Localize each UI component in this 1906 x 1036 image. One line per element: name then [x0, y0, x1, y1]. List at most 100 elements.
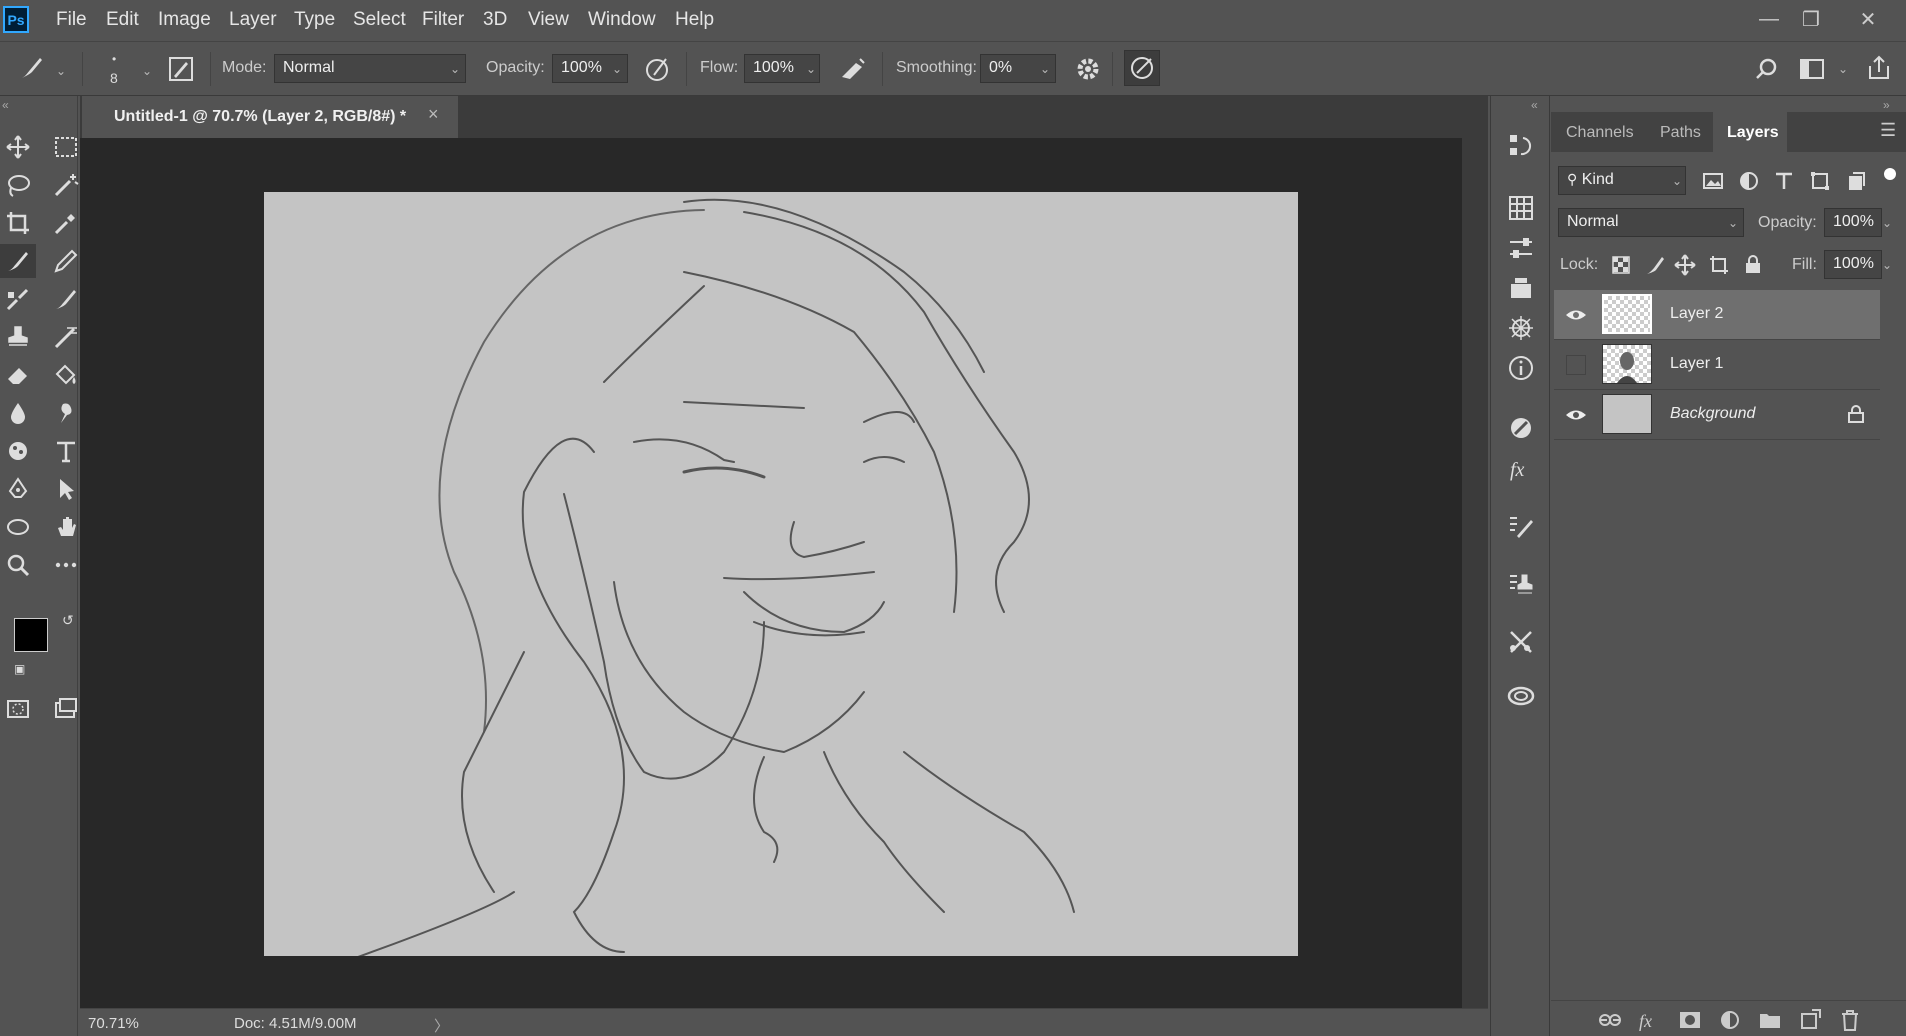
- trash-icon[interactable]: [1837, 1007, 1863, 1033]
- type-icon[interactable]: [48, 434, 84, 468]
- clone-source-icon[interactable]: [1505, 568, 1537, 600]
- lasso-icon[interactable]: [0, 168, 36, 202]
- pen-icon[interactable]: [0, 472, 36, 506]
- marquee-icon[interactable]: [48, 130, 84, 164]
- art-brush-icon[interactable]: [48, 320, 84, 354]
- tab-layers[interactable]: Layers: [1727, 124, 1779, 142]
- swap-colors-icon[interactable]: ↺: [62, 612, 74, 629]
- adjustments-icon[interactable]: [1505, 232, 1537, 264]
- layer-row-layer-1[interactable]: Layer 1: [1554, 340, 1880, 390]
- fx-icon[interactable]: fx: [1505, 452, 1537, 484]
- menu-select[interactable]: Select: [353, 9, 406, 31]
- fill-input[interactable]: 100%: [1824, 250, 1882, 279]
- brush-preset-icon[interactable]: [18, 54, 46, 82]
- layer-name[interactable]: Layer 1: [1670, 355, 1723, 373]
- chevron-down-icon[interactable]: ⌄: [1838, 62, 1848, 76]
- menu-layer[interactable]: Layer: [229, 9, 277, 31]
- new-adjustment-icon[interactable]: [1717, 1007, 1743, 1033]
- quick-mask-icon[interactable]: [0, 692, 36, 726]
- swatches-icon[interactable]: [1505, 192, 1537, 224]
- path-select-icon[interactable]: [48, 472, 84, 506]
- filter-toggle-icon[interactable]: [1882, 166, 1898, 182]
- add-mask-icon[interactable]: [1677, 1007, 1703, 1033]
- expand-icon[interactable]: »: [1883, 98, 1890, 112]
- new-group-icon[interactable]: [1757, 1007, 1783, 1033]
- restore-icon[interactable]: ❐: [1791, 4, 1831, 34]
- lock-pixels-icon[interactable]: [1644, 254, 1666, 276]
- menu-type[interactable]: Type: [294, 9, 335, 31]
- panel-menu-icon[interactable]: ☰: [1880, 120, 1896, 141]
- navigator-icon[interactable]: [1505, 412, 1537, 444]
- menu-edit[interactable]: Edit: [106, 9, 139, 31]
- healing-brush-icon[interactable]: [0, 282, 36, 316]
- stamp-icon[interactable]: [0, 320, 36, 354]
- close-window-icon[interactable]: ✕: [1848, 4, 1888, 34]
- styles-icon[interactable]: [1505, 312, 1537, 344]
- adjustment-filter-icon[interactable]: [1738, 170, 1760, 192]
- blend-mode-select[interactable]: Normal: [1558, 208, 1744, 237]
- status-menu-arrow[interactable]: 〉: [434, 1015, 449, 1036]
- brush-settings-panel-icon[interactable]: [1505, 510, 1537, 542]
- smudge-icon[interactable]: [48, 396, 84, 430]
- default-colors-icon[interactable]: ▣: [14, 662, 25, 676]
- paint-bucket-icon[interactable]: [48, 358, 84, 392]
- foreground-color-swatch[interactable]: [14, 618, 48, 652]
- collapse-icon[interactable]: «: [2, 98, 9, 112]
- filter-kind-select[interactable]: ⚲ Kind: [1558, 166, 1686, 195]
- visibility-toggle-empty[interactable]: [1566, 355, 1586, 375]
- brush-size[interactable]: 8: [110, 70, 118, 86]
- tab-channels[interactable]: Channels: [1566, 124, 1634, 142]
- eyedropper-icon[interactable]: [48, 206, 84, 240]
- link-layers-icon[interactable]: [1597, 1007, 1623, 1033]
- symmetry-button[interactable]: [1124, 50, 1160, 86]
- crop-icon[interactable]: [0, 206, 36, 240]
- vertical-scrollbar[interactable]: [1462, 138, 1488, 1010]
- pencil-icon[interactable]: [48, 244, 84, 278]
- layer-row-layer-2[interactable]: Layer 2: [1554, 290, 1880, 340]
- move-icon[interactable]: [0, 130, 36, 164]
- creative-cloud-icon[interactable]: [1505, 680, 1537, 712]
- screen-mode-icon[interactable]: [48, 692, 84, 726]
- chevron-down-icon[interactable]: ⌄: [806, 62, 816, 76]
- shape-filter-icon[interactable]: [1809, 170, 1831, 192]
- menu-window[interactable]: Window: [588, 9, 656, 31]
- menu-view[interactable]: View: [528, 9, 569, 31]
- lock-artboard-icon[interactable]: [1708, 254, 1730, 276]
- eraser-icon[interactable]: [0, 358, 36, 392]
- chevron-down-icon[interactable]: ⌄: [142, 64, 152, 78]
- minimize-icon[interactable]: —: [1749, 4, 1789, 34]
- tab-paths[interactable]: Paths: [1660, 124, 1701, 142]
- hand-icon[interactable]: [48, 510, 84, 544]
- menu-filter[interactable]: Filter: [422, 9, 464, 31]
- panel-opacity-input[interactable]: 100%: [1824, 208, 1882, 237]
- search-icon[interactable]: [1754, 56, 1780, 82]
- pressure-opacity-icon[interactable]: [644, 55, 672, 83]
- lock-all-icon[interactable]: [1742, 253, 1764, 275]
- ellipse-icon[interactable]: [0, 510, 36, 544]
- more-tools-icon[interactable]: [48, 548, 84, 582]
- close-tab-icon[interactable]: ×: [428, 104, 439, 125]
- smart-object-filter-icon[interactable]: [1845, 170, 1867, 192]
- mode-select[interactable]: Normal: [274, 54, 466, 83]
- lock-position-icon[interactable]: [1673, 253, 1697, 277]
- blur-icon[interactable]: [0, 396, 36, 430]
- chevron-down-icon[interactable]: ⌄: [1882, 258, 1892, 272]
- menu-help[interactable]: Help: [675, 9, 714, 31]
- magic-wand-icon[interactable]: [48, 168, 84, 202]
- fx-icon[interactable]: fx: [1637, 1007, 1663, 1033]
- chevron-down-icon[interactable]: ⌄: [1882, 216, 1892, 230]
- menu-3d[interactable]: 3D: [483, 9, 507, 31]
- chevron-down-icon[interactable]: ⌄: [56, 64, 66, 78]
- workspace-icon[interactable]: [1798, 56, 1826, 82]
- zoom-level[interactable]: 70.71%: [88, 1015, 139, 1032]
- gear-icon[interactable]: [1074, 55, 1102, 83]
- brush-settings-icon[interactable]: [168, 56, 194, 82]
- history-brush-icon[interactable]: [48, 282, 84, 316]
- airbrush-icon[interactable]: [838, 55, 868, 83]
- new-layer-icon[interactable]: [1797, 1007, 1823, 1033]
- tool-presets-icon[interactable]: [1505, 626, 1537, 658]
- pixel-filter-icon[interactable]: [1702, 170, 1724, 192]
- menu-image[interactable]: Image: [158, 9, 211, 31]
- collapse-icon[interactable]: «: [1531, 98, 1538, 112]
- libraries-icon[interactable]: [1505, 272, 1537, 304]
